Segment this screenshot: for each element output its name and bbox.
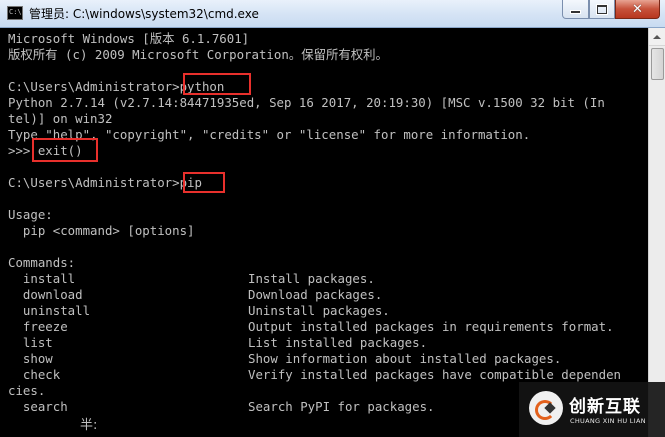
- close-icon: ✕: [632, 1, 643, 17]
- maximize-button[interactable]: [589, 0, 615, 19]
- console-line: C:\Users\Administrator>pip: [8, 175, 202, 190]
- console-output[interactable]: Microsoft Windows [版本 6.1.7601] 版权所有 (c)…: [0, 28, 648, 437]
- command-desc: Search PyPI for packages.: [248, 399, 435, 414]
- console-line: 版权所有 (c) 2009 Microsoft Corporation。保留所有…: [8, 47, 388, 62]
- command-desc: List installed packages.: [248, 335, 428, 350]
- ime-status: 半:: [80, 418, 98, 433]
- command-name: freeze: [8, 319, 68, 334]
- minimize-icon: [571, 11, 580, 13]
- command-desc: Show information about installed package…: [248, 351, 562, 366]
- highlight-python: [183, 73, 251, 95]
- command-name: check: [8, 367, 61, 382]
- command-name: list: [8, 335, 53, 350]
- minimize-button[interactable]: [562, 0, 589, 19]
- scroll-thumb[interactable]: [651, 48, 664, 80]
- close-button[interactable]: ✕: [615, 0, 660, 19]
- command-desc: Uninstall packages.: [248, 303, 390, 318]
- command-desc: Verify installed packages have compatibl…: [248, 367, 621, 382]
- watermark-name: 创新互联: [569, 397, 641, 417]
- highlight-pip: [183, 172, 225, 193]
- console-line: Microsoft Windows [版本 6.1.7601]: [8, 31, 250, 46]
- arrow-up-icon: [653, 34, 661, 39]
- watermark-subtitle: CHUANG XIN HU LIAN: [570, 417, 646, 425]
- brand-logo-icon: [529, 391, 563, 425]
- cmd-window: 管理员: C:\windows\system32\cmd.exe ✕ Micro…: [0, 0, 665, 437]
- console-line: pip <command> [options]: [8, 223, 195, 238]
- command-name: uninstall: [8, 303, 91, 318]
- command-name: download: [8, 287, 83, 302]
- console-line: Python 2.7.14 (v2.7.14:84471935ed, Sep 1…: [8, 95, 605, 110]
- command-desc: Install packages.: [248, 271, 375, 286]
- command-name: install: [8, 271, 76, 286]
- command-name: search: [8, 399, 68, 414]
- title-bar[interactable]: 管理员: C:\windows\system32\cmd.exe ✕: [0, 0, 665, 28]
- console-line: tel)] on win32: [8, 111, 113, 126]
- console-line: cies.: [8, 383, 46, 398]
- command-desc: Output installed packages in requirement…: [248, 319, 614, 334]
- console-line: Usage:: [8, 207, 53, 222]
- command-name: show: [8, 351, 53, 366]
- watermark: 创新互联 CHUANG XIN HU LIAN: [519, 382, 665, 437]
- scroll-up-button[interactable]: [649, 28, 665, 46]
- window-title: 管理员: C:\windows\system32\cmd.exe: [29, 7, 259, 21]
- highlight-exit: [32, 138, 98, 162]
- maximize-icon: [597, 4, 607, 14]
- console-line: Commands:: [8, 255, 76, 270]
- vertical-scrollbar[interactable]: [648, 28, 665, 437]
- cmd-app-icon[interactable]: [7, 6, 23, 20]
- command-desc: Download packages.: [248, 287, 383, 302]
